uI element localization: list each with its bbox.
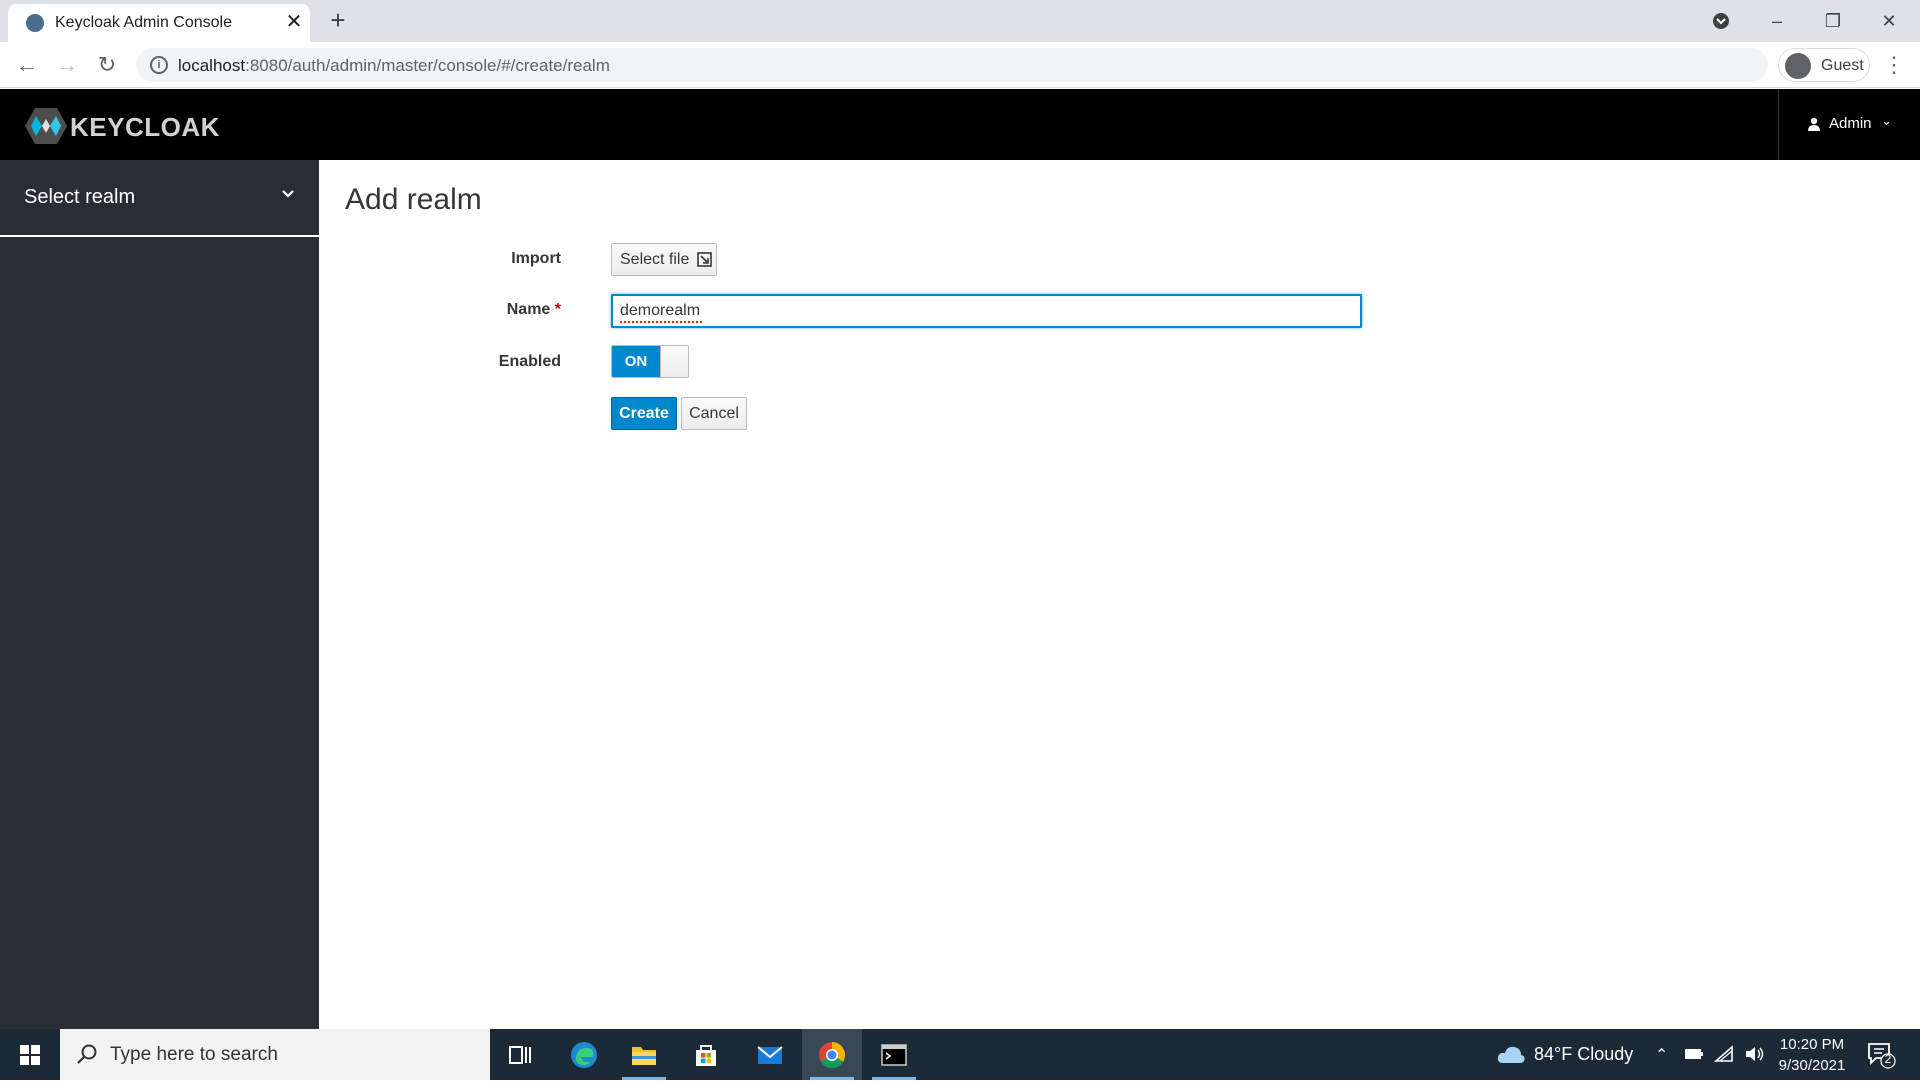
profile-name: Guest [1821,57,1864,74]
battery-icon[interactable] [1684,1047,1704,1066]
taskbar: Type here to search 84°F Cloudy ⌃ 10:20 … [0,1029,1920,1080]
create-button[interactable]: Create [611,397,677,430]
wifi-icon[interactable] [1713,1045,1734,1068]
mail-icon [757,1046,783,1064]
required-marker: * [554,301,561,318]
select-file-label: Select file [620,251,690,268]
spellcheck-underline [620,320,702,323]
import-file-icon [697,252,712,267]
task-view-button[interactable] [490,1029,550,1080]
name-input[interactable] [611,294,1362,328]
select-file-button[interactable]: Select file [611,243,717,276]
address-bar[interactable]: i localhost:8080/auth/admin/master/conso… [136,48,1768,82]
windows-logo-icon [20,1045,40,1065]
folder-icon [632,1047,656,1065]
cancel-button[interactable]: Cancel [681,397,747,430]
user-menu[interactable]: Admin ⌄ [1778,89,1920,160]
tab-search-icon[interactable] [1698,4,1744,38]
toggle-knob [660,346,688,377]
tab-close-icon[interactable]: ✕ [282,10,306,34]
main-content: Add realm Import Select file Name * Enab… [319,160,1920,1029]
weather-widget[interactable]: 84°F Cloudy [1492,1029,1652,1080]
reload-icon[interactable]: ↻ [91,49,123,81]
name-label: Name * [421,301,561,319]
show-hidden-icons-chevron-icon[interactable]: ⌃ [1655,1045,1668,1065]
tab-title: Keycloak Admin Console [55,14,232,31]
taskbar-search-box[interactable]: Type here to search [60,1029,490,1080]
import-label: Import [511,250,561,267]
notification-count: 2 [1884,1052,1892,1066]
restore-icon[interactable]: ❐ [1810,4,1856,38]
chrome-taskbar-button[interactable] [802,1029,862,1080]
browser-tab-strip: Keycloak Admin Console ✕ + – ❐ ✕ [0,0,1920,42]
task-view-icon [509,1046,531,1064]
name-label-text: Name [506,301,551,318]
user-name: Admin [1829,115,1872,132]
sidebar: Select realm [0,160,319,1029]
system-clock[interactable]: 10:20 PM 9/30/2021 [1772,1034,1852,1076]
user-icon [1808,117,1820,131]
chrome-icon [819,1042,846,1069]
site-info-icon[interactable]: i [150,56,168,74]
edge-taskbar-button[interactable] [554,1029,614,1080]
window-close-icon[interactable]: ✕ [1866,4,1912,38]
terminal-icon [881,1044,907,1066]
chevron-down-icon [282,190,294,198]
keycloak-logo-icon [25,108,67,144]
clock-date: 9/30/2021 [1778,1057,1846,1074]
clock-time: 10:20 PM [1779,1036,1845,1053]
minimize-icon[interactable]: – [1754,4,1800,38]
enabled-label: Enabled [498,353,561,370]
edge-icon [571,1042,597,1068]
search-icon [77,1044,97,1064]
notification-center-button[interactable]: 2 [1866,1041,1896,1069]
app-header: KEYCLOAK Admin ⌄ [0,89,1920,160]
keycloak-favicon-icon [26,14,44,32]
toggle-on-label: ON [612,346,660,377]
enabled-toggle[interactable]: ON [611,345,689,378]
browser-tab[interactable]: Keycloak Admin Console ✕ [8,4,310,42]
back-arrow-icon[interactable]: ← [11,49,43,81]
weather-text: 84°F Cloudy [1534,1044,1634,1064]
start-button[interactable] [0,1029,60,1080]
url-host: localhost [178,56,246,75]
page-title: Add realm [345,183,482,216]
cloud-icon [1497,1046,1525,1063]
file-explorer-taskbar-button[interactable] [614,1029,674,1080]
url-path: :8080/auth/admin/master/console/#/create… [245,56,610,75]
profile-button[interactable]: Guest [1778,48,1870,82]
forward-arrow-icon[interactable]: → [51,49,83,81]
mail-taskbar-button[interactable] [740,1029,800,1080]
taskbar-search-placeholder: Type here to search [110,1044,278,1065]
new-tab-button[interactable]: + [324,6,352,34]
logo-text: KEYCLOAK [70,112,220,142]
realm-selector[interactable]: Select realm [0,160,319,237]
browser-toolbar: ← → ↻ i localhost:8080/auth/admin/master… [0,42,1920,88]
url-text: localhost:8080/auth/admin/master/console… [178,56,610,76]
chevron-down-icon: ⌄ [1881,113,1892,128]
volume-icon[interactable] [1744,1044,1766,1069]
browser-menu-icon[interactable]: ⋮ [1882,50,1906,80]
avatar-icon [1785,53,1811,79]
store-icon [696,1045,716,1066]
store-taskbar-button[interactable] [676,1029,736,1080]
terminal-taskbar-button[interactable] [864,1029,924,1080]
realm-selector-label: Select realm [24,186,136,208]
